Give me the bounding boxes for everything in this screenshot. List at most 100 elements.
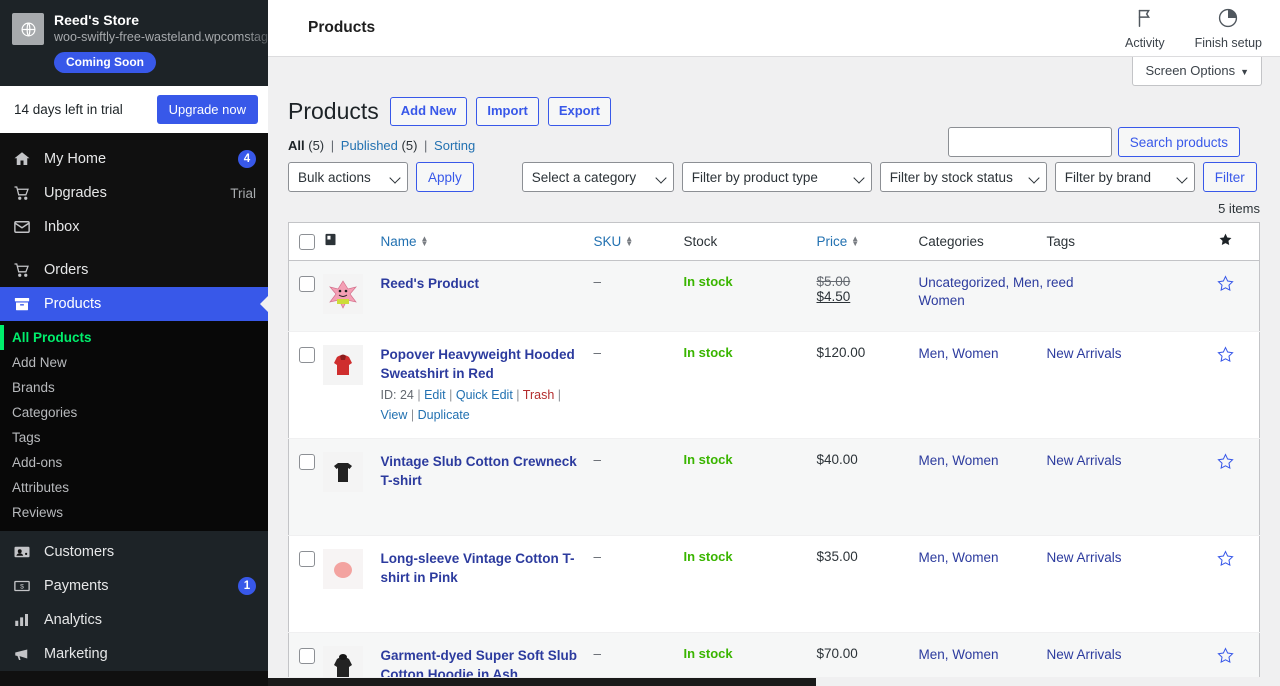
products-table: Name ▲ ▼ SKU ▲ ▼ Stock Price ▲ ▼ Categories Ta… (288, 222, 1260, 686)
tag-links[interactable]: New Arrivals (1047, 453, 1122, 468)
brand-select[interactable]: Filter by brand (1054, 162, 1195, 192)
products-table-body: Reed's Product – In stock $5.00 $4.50 Un… (288, 260, 1260, 686)
horizontal-scrollbar[interactable] (268, 677, 1280, 686)
sidebar-item-upgrades[interactable]: Upgrades Trial (0, 176, 268, 210)
sidebar-item-orders[interactable]: Orders (0, 253, 268, 287)
activity-button[interactable]: Activity (1125, 7, 1165, 50)
sidebar-label-orders: Orders (44, 262, 89, 278)
row-checkbox[interactable] (299, 454, 315, 470)
sidebar-item-payments[interactable]: $ Payments 1 (0, 569, 268, 603)
star-outline-icon[interactable] (1216, 453, 1235, 474)
col-sku[interactable]: SKU ▲ ▼ (593, 222, 684, 261)
tag-links[interactable]: New Arrivals (1047, 647, 1122, 662)
search-products-button[interactable]: Search products (1117, 127, 1240, 157)
topbar-title: Products (308, 19, 376, 36)
product-name-link[interactable]: Popover Heavyweight Hooded Sweatshirt in… (381, 345, 594, 383)
topbar-actions: Activity Finish setup (1125, 7, 1262, 50)
select-all-checkbox[interactable] (299, 234, 315, 250)
row-action-id: ID: 24 (380, 388, 414, 402)
row-checkbox[interactable] (299, 551, 315, 567)
view-sorting-link[interactable]: Sorting (434, 138, 475, 153)
row-name-cell: Long-sleeve Vintage Cotton T-shirt in Pi… (381, 536, 594, 633)
category-links[interactable]: Men, Women (919, 453, 999, 468)
screen-options-toggle[interactable]: Screen Options ▼ (1132, 57, 1262, 86)
submenu-item-brands[interactable]: Brands (0, 375, 268, 400)
category-links[interactable]: Men, Women (919, 647, 999, 662)
category-links[interactable]: Uncategorized, Men, Women (919, 275, 1044, 308)
sort-sku-link[interactable]: SKU (594, 234, 622, 249)
money-icon: $ (12, 576, 32, 596)
tag-links[interactable]: reed (1047, 275, 1074, 290)
table-nav-top: Bulk actions Apply Select a category Fil… (288, 127, 1260, 192)
price-value: $35.00 (816, 549, 858, 564)
row-checkbox[interactable] (299, 276, 315, 292)
star-outline-icon[interactable] (1216, 550, 1235, 571)
product-thumbnail[interactable] (322, 549, 363, 589)
import-button[interactable]: Import (476, 97, 539, 126)
row-action-edit[interactable]: Edit (424, 388, 446, 402)
sidebar-item-my-home[interactable]: My Home 4 (0, 142, 268, 176)
sidebar-item-customers[interactable]: Customers (0, 535, 268, 569)
category-links[interactable]: Men, Women (919, 346, 999, 361)
add-new-button[interactable]: Add New (389, 97, 468, 126)
site-card[interactable]: Reed's Store woo-swiftly-free-wasteland.… (0, 0, 268, 86)
sort-price-link[interactable]: Price (817, 234, 848, 249)
product-name-link[interactable]: Vintage Slub Cotton Crewneck T-shirt (381, 452, 594, 490)
coming-soon-badge[interactable]: Coming Soon (54, 52, 156, 73)
tag-links[interactable]: New Arrivals (1047, 550, 1122, 565)
submenu-item-add-ons[interactable]: Add-ons (0, 450, 268, 475)
tag-links[interactable]: New Arrivals (1047, 346, 1122, 361)
upgrade-now-button[interactable]: Upgrade now (156, 95, 258, 124)
row-action-view[interactable]: View (381, 408, 408, 422)
stock-status-select[interactable]: Filter by stock status (879, 162, 1047, 192)
sidebar-label-analytics: Analytics (44, 612, 103, 628)
row-action-quick-edit[interactable]: Quick Edit (456, 388, 513, 402)
row-action-trash[interactable]: Trash (523, 388, 555, 402)
sidebar-item-marketing[interactable]: Marketing (0, 637, 268, 671)
product-thumbnail[interactable] (322, 274, 363, 314)
row-tags-cell: New Arrivals (1047, 332, 1192, 439)
export-button[interactable]: Export (547, 97, 612, 126)
star-outline-icon[interactable] (1216, 346, 1235, 367)
search-input[interactable] (947, 127, 1112, 157)
sidebar-item-inbox[interactable]: Inbox (0, 210, 268, 244)
col-name[interactable]: Name ▲ ▼ (380, 222, 594, 261)
product-thumbnail[interactable] (322, 452, 363, 492)
category-links[interactable]: Men, Women (919, 550, 999, 565)
sidebar-item-analytics[interactable]: Analytics (0, 603, 268, 637)
scrollbar-thumb[interactable] (268, 678, 816, 686)
view-published-link[interactable]: Published (341, 138, 398, 153)
sidebar-label-upgrades: Upgrades (44, 185, 107, 201)
col-price[interactable]: Price ▲ ▼ (816, 222, 919, 261)
submenu-item-reviews[interactable]: Reviews (0, 500, 268, 525)
filter-button[interactable]: Filter (1202, 162, 1257, 192)
sort-name-link[interactable]: Name (381, 234, 417, 249)
submenu-item-add-new[interactable]: Add New (0, 350, 268, 375)
row-checkbox[interactable] (299, 347, 315, 363)
product-name-link[interactable]: Reed's Product (381, 274, 594, 293)
submenu-item-all-products[interactable]: All Products (0, 325, 268, 350)
row-thumb-cell (322, 261, 381, 332)
trial-text: 14 days left in trial (14, 102, 123, 117)
submenu-item-tags[interactable]: Tags (0, 425, 268, 450)
nav-group-store: Orders Products All Products Add New Bra… (0, 253, 268, 531)
row-checkbox[interactable] (299, 648, 315, 664)
product-name-link[interactable]: Long-sleeve Vintage Cotton T-shirt in Pi… (381, 549, 594, 587)
submenu-item-categories[interactable]: Categories (0, 400, 268, 425)
col-featured[interactable] (1191, 222, 1260, 261)
sidebar-label-my-home: My Home (44, 151, 107, 167)
sidebar-item-products[interactable]: Products (0, 287, 268, 321)
row-action-duplicate[interactable]: Duplicate (418, 408, 470, 422)
finish-setup-button[interactable]: Finish setup (1195, 7, 1262, 50)
apply-button[interactable]: Apply (416, 162, 474, 192)
submenu-item-attributes[interactable]: Attributes (0, 475, 268, 500)
products-submenu: All Products Add New Brands Categories T… (0, 321, 268, 531)
product-thumbnail[interactable] (322, 345, 363, 385)
bulk-actions-select[interactable]: Bulk actions (288, 162, 408, 192)
row-categories-cell: Uncategorized, Men, Women (919, 261, 1047, 332)
view-all-label[interactable]: All (288, 138, 305, 153)
star-outline-icon[interactable] (1216, 275, 1235, 296)
product-type-select[interactable]: Filter by product type (681, 162, 872, 192)
star-outline-icon[interactable] (1216, 647, 1235, 668)
category-select[interactable]: Select a category (521, 162, 674, 192)
